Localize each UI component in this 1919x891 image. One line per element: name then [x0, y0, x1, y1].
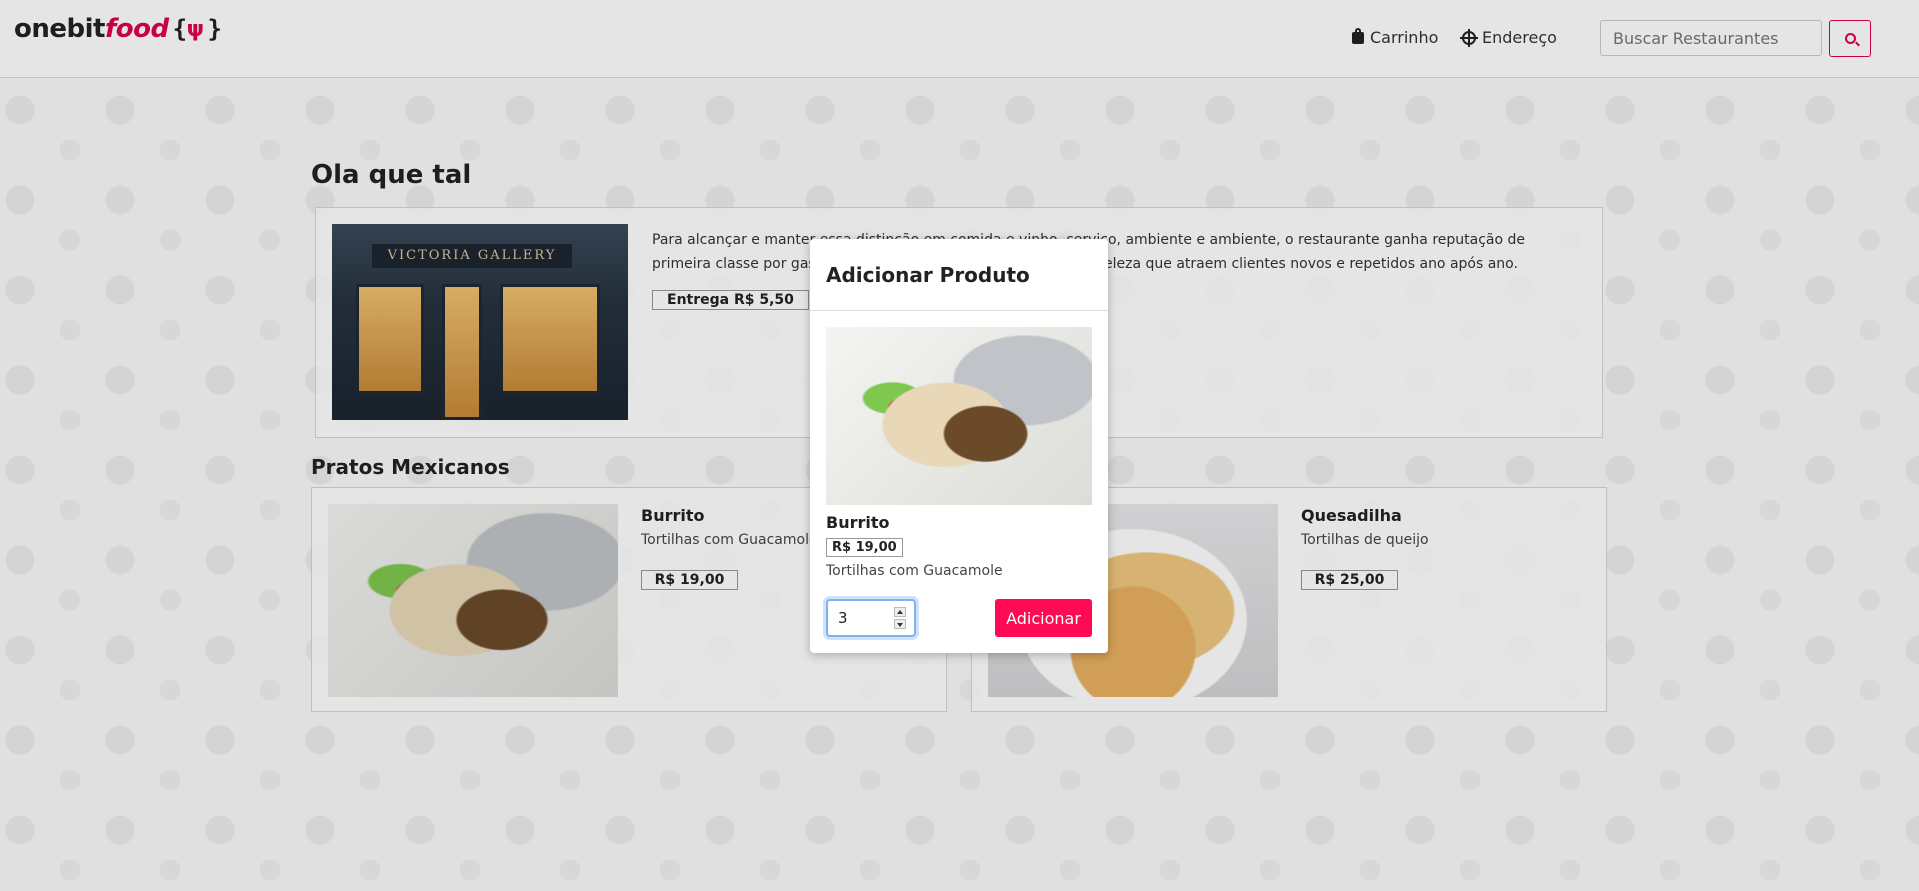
add-product-modal: Adicionar Produto Burrito R$ 19,00 Torti…	[810, 239, 1108, 653]
modal-divider	[810, 310, 1108, 311]
add-to-cart-button[interactable]: Adicionar	[995, 599, 1092, 637]
decrement-arrow-icon[interactable]	[894, 619, 906, 629]
modal-title: Adicionar Produto	[826, 263, 1030, 287]
stepper-controls	[894, 607, 906, 629]
quantity-value: 3	[838, 609, 848, 627]
modal-product-image	[826, 327, 1092, 505]
modal-product-price: R$ 19,00	[826, 538, 903, 557]
modal-product-name: Burrito	[826, 513, 890, 532]
quantity-stepper[interactable]: 3	[826, 599, 916, 637]
increment-arrow-icon[interactable]	[894, 607, 906, 617]
modal-product-description: Tortilhas com Guacamole	[826, 563, 1003, 579]
